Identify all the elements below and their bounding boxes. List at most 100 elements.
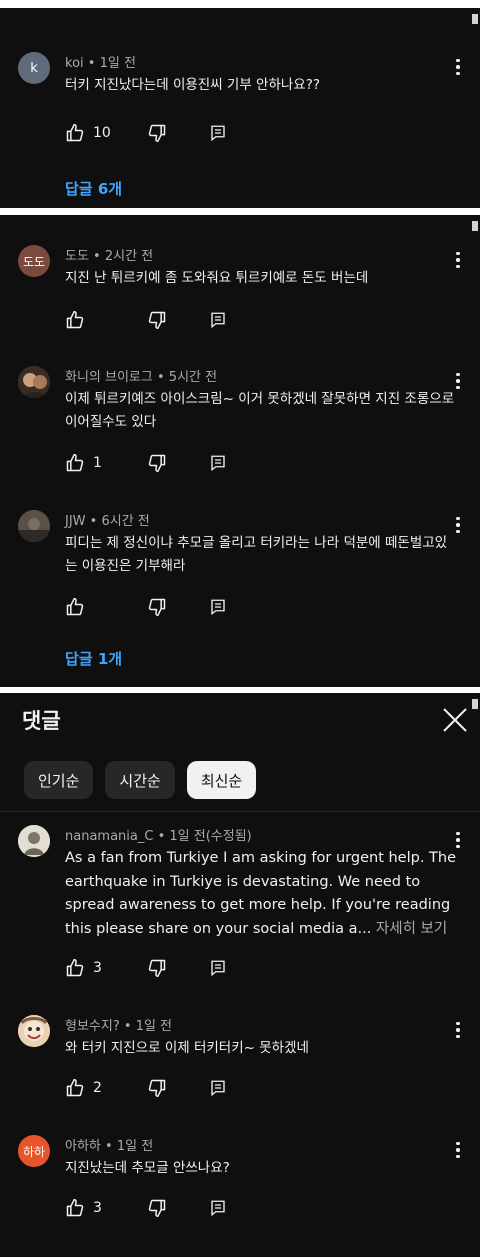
like-count: 3 (93, 960, 102, 976)
comment-author[interactable]: JJW (65, 514, 86, 529)
comment-meta: 아하하 • 1일 전 (65, 1139, 154, 1154)
like-button[interactable] (65, 310, 147, 330)
dislike-button[interactable] (147, 958, 209, 978)
comment-time: 5시간 전 (168, 370, 218, 385)
comment-actions: 3 (65, 1197, 227, 1219)
like-button[interactable]: 3 (65, 958, 147, 978)
comment-panel-3: 댓글 인기순 시간순 최신순 nanamania_C • 1일 전(수정됨) A… (0, 693, 480, 1257)
view-replies-link[interactable]: 답글 1개 (65, 648, 122, 669)
chip-newest[interactable]: 최신순 (186, 761, 257, 799)
more-vert-icon[interactable] (452, 1139, 464, 1161)
dislike-button[interactable] (147, 453, 209, 473)
thumbs-up-icon (66, 310, 84, 329)
thumbs-up-icon (66, 597, 84, 616)
comment-time: 1일 전 (135, 1019, 173, 1034)
comment-text: 피디는 제 정신이냐 추모글 올리고 터키라는 나라 덕분에 떼돈벌고있는 이용… (65, 535, 448, 574)
thumbs-up-icon (66, 123, 84, 142)
comment-meta: 형보수지? • 1일 전 (65, 1019, 173, 1034)
comment-actions (65, 309, 227, 331)
dislike-button[interactable] (147, 1198, 209, 1218)
reply-button[interactable] (209, 1199, 227, 1217)
chip-popular[interactable]: 인기순 (24, 761, 94, 799)
comment-actions (65, 596, 227, 618)
avatar-photo (18, 1015, 50, 1047)
comment-author[interactable]: koi (65, 56, 84, 71)
like-button[interactable]: 3 (65, 1198, 147, 1218)
reply-icon (211, 1080, 225, 1097)
comment-author[interactable]: 아하하 (65, 1139, 101, 1154)
thumbs-down-icon (148, 1199, 166, 1218)
comment-time: 1일 전(수정됨) (169, 829, 252, 844)
more-vert-icon[interactable] (452, 249, 464, 271)
like-button[interactable]: 10 (65, 123, 147, 143)
avatar[interactable]: 하하 (18, 1135, 50, 1167)
dislike-button[interactable] (147, 597, 209, 617)
thumbs-down-icon (148, 124, 166, 143)
reply-button[interactable] (209, 598, 227, 616)
avatar-letter: 하하 (22, 1144, 46, 1159)
edge-marker (472, 699, 478, 709)
reply-button[interactable] (209, 124, 227, 142)
avatar-photo (18, 510, 50, 542)
chip-time[interactable]: 시간순 (105, 761, 175, 799)
more-vert-icon[interactable] (452, 829, 464, 851)
more-vert-icon[interactable] (452, 370, 464, 392)
reply-button[interactable] (209, 311, 227, 329)
comment-text: 이제 튀르키예즈 아이스크림~ 이거 못하겠네 잘못하면 지진 조롱으로 이어질… (65, 391, 455, 430)
comment-time: 2시간 전 (104, 249, 154, 264)
thumbs-up-icon (66, 1198, 84, 1217)
reply-icon (211, 312, 225, 329)
like-count: 10 (93, 125, 111, 141)
avatar-letter: 도도 (22, 254, 46, 269)
comment-text: 지진 난 튀르키예 좀 도와줘요 튀르키예로 돈도 버는데 (65, 270, 369, 286)
comment-actions: 10 (65, 122, 227, 144)
comment-time: 1일 전 (116, 1139, 154, 1154)
like-button[interactable]: 2 (65, 1078, 147, 1098)
comment-text: 터키 지진났다는데 이용진씨 기부 안하나요?? (65, 77, 321, 93)
like-count: 2 (93, 1080, 102, 1096)
reply-icon (211, 125, 225, 142)
close-icon[interactable] (440, 705, 470, 735)
dislike-button[interactable] (147, 123, 209, 143)
avatar[interactable] (18, 1015, 50, 1047)
reply-icon (211, 960, 225, 977)
avatar[interactable] (18, 510, 50, 542)
avatar[interactable] (18, 366, 50, 398)
comment-author[interactable]: 화니의 브이로그 (65, 370, 153, 385)
reply-button[interactable] (209, 959, 227, 977)
more-vert-icon[interactable] (452, 514, 464, 536)
comment-meta: nanamania_C • 1일 전(수정됨) (65, 829, 252, 844)
avatar-photo (18, 366, 50, 398)
comment-text: 지진났는데 추모글 안쓰나요? (65, 1160, 230, 1176)
thumbs-down-icon (148, 1079, 166, 1098)
like-count: 3 (93, 1200, 102, 1216)
comment-author[interactable]: nanamania_C (65, 829, 153, 844)
view-replies-link[interactable]: 답글 6개 (65, 178, 122, 199)
comment-author[interactable]: 형보수지? (65, 1019, 120, 1034)
comment-actions: 1 (65, 452, 227, 474)
reply-icon (211, 455, 225, 472)
thumbs-down-icon (148, 959, 166, 978)
comment-panel-2: 도도 도도 • 2시간 전 지진 난 튀르키예 좀 도와줘요 튀르키예로 돈도 … (0, 215, 480, 687)
more-vert-icon[interactable] (452, 1019, 464, 1041)
dislike-button[interactable] (147, 1078, 209, 1098)
avatar[interactable]: k (18, 52, 50, 84)
thumbs-up-icon (66, 453, 84, 472)
like-button[interactable] (65, 597, 147, 617)
comment-text: As a fan from Turkiye I am asking for ur… (65, 847, 457, 941)
thumbs-up-icon (66, 958, 84, 977)
read-more-link[interactable]: 자세히 보기 (376, 921, 447, 937)
reply-button[interactable] (209, 454, 227, 472)
dislike-button[interactable] (147, 310, 209, 330)
comment-actions: 3 (65, 957, 227, 979)
avatar[interactable]: 도도 (18, 245, 50, 277)
edge-marker (472, 14, 478, 24)
comment-meta: 도도 • 2시간 전 (65, 249, 154, 264)
reply-button[interactable] (209, 1079, 227, 1097)
more-vert-icon[interactable] (452, 56, 464, 78)
comment-author[interactable]: 도도 (65, 249, 89, 264)
thumbs-down-icon (148, 454, 166, 473)
comment-meta: 화니의 브이로그 • 5시간 전 (65, 370, 218, 385)
avatar[interactable] (18, 825, 50, 857)
like-button[interactable]: 1 (65, 453, 147, 473)
